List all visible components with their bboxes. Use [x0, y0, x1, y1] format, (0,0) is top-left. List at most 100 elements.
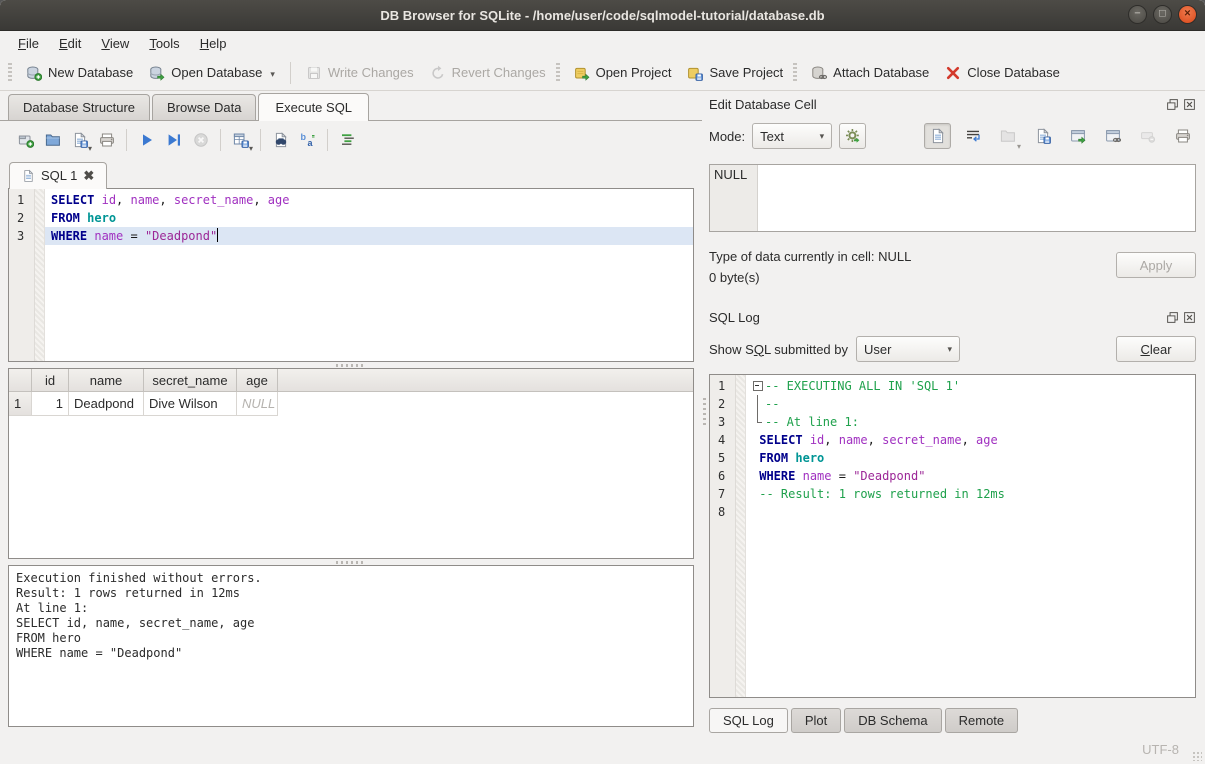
undock-icon[interactable]	[1166, 311, 1179, 324]
sql-log-dock-titlebar[interactable]: SQL Log	[709, 306, 1196, 328]
save-results-button[interactable]: ▾	[227, 127, 254, 153]
menu-tools[interactable]: Tools	[139, 33, 189, 54]
toolbar-separator	[327, 129, 328, 151]
revert-changes-button[interactable]: Revert Changes	[422, 60, 554, 86]
save-project-button[interactable]: Save Project	[679, 60, 791, 86]
column-header-age[interactable]: age	[237, 369, 278, 391]
minimize-button[interactable]: −	[1128, 5, 1147, 24]
cell-secret-name[interactable]: Dive Wilson	[144, 392, 237, 416]
tab-execute-sql[interactable]: Execute SQL	[258, 93, 369, 121]
toolbar-drag-handle[interactable]	[556, 63, 560, 83]
tab-sql-log[interactable]: SQL Log	[709, 708, 788, 733]
replace-button[interactable]: ba	[294, 127, 321, 153]
toolbar-drag-handle[interactable]	[793, 63, 797, 83]
resize-grip[interactable]	[1192, 751, 1202, 761]
toolbar-drag-handle[interactable]	[8, 63, 12, 83]
new-database-button[interactable]: New Database	[18, 60, 141, 86]
menu-view[interactable]: View	[91, 33, 139, 54]
menu-edit[interactable]: Edit	[49, 33, 91, 54]
save-cell-button[interactable]	[1029, 123, 1056, 149]
cell-value-editor[interactable]: NULL	[709, 164, 1196, 232]
filter-label: Show SQL submitted by	[709, 342, 848, 357]
import-cell-button[interactable]: ▾	[994, 123, 1021, 149]
close-database-button[interactable]: Close Database	[937, 60, 1068, 86]
cell-age[interactable]: NULL	[237, 392, 278, 416]
encoding-indicator[interactable]: UTF-8	[1142, 742, 1179, 757]
open-sql-file-button[interactable]	[39, 127, 66, 153]
cell-info-row: Type of data currently in cell: NULL 0 b…	[709, 246, 1196, 288]
sql-editor[interactable]: 123 SELECT id, name, secret_name, ageFRO…	[8, 188, 694, 362]
svg-text:b: b	[300, 132, 306, 142]
new-sql-tab-button[interactable]	[12, 127, 39, 153]
auto-apply-button[interactable]	[839, 123, 866, 149]
tab-db-schema[interactable]: DB Schema	[844, 708, 941, 733]
toolbar-separator	[126, 129, 127, 151]
cell-size-info: 0 byte(s)	[709, 267, 911, 288]
corner-header-cell[interactable]	[9, 369, 32, 391]
cell-id[interactable]: 1	[32, 392, 69, 416]
close-icon[interactable]	[1183, 311, 1196, 324]
edit-cell-dock-titlebar[interactable]: Edit Database Cell	[709, 93, 1196, 115]
link-cell-button[interactable]	[1099, 123, 1126, 149]
sql-1-tab[interactable]: SQL 1 ✖	[9, 162, 107, 189]
sql-code-area[interactable]: SELECT id, name, secret_name, ageFROM he…	[45, 189, 693, 361]
open-project-button[interactable]: Open Project	[566, 60, 680, 86]
toolbar-separator	[290, 62, 291, 84]
titlebar[interactable]: DB Browser for SQLite - /home/user/code/…	[0, 0, 1205, 31]
find-button[interactable]	[267, 127, 294, 153]
close-button[interactable]: ×	[1178, 5, 1197, 24]
print-cell-button[interactable]	[1169, 123, 1196, 149]
results-header-row: id name secret_name age	[9, 369, 693, 392]
menu-file[interactable]: File	[8, 33, 49, 54]
main-tab-bar: Database Structure Browse Data Execute S…	[0, 90, 702, 120]
clear-log-button[interactable]: Clear	[1116, 336, 1196, 362]
new-sql-tab-icon	[18, 132, 34, 148]
sql-log-view[interactable]: 12345678 -- EXECUTING ALL IN 'SQL 1'----…	[709, 374, 1196, 698]
log-code-area[interactable]: -- EXECUTING ALL IN 'SQL 1'---- At line …	[746, 375, 1195, 697]
menu-help[interactable]: Help	[190, 33, 237, 54]
right-pane: Edit Database Cell Mode: Text ▾	[707, 90, 1205, 735]
chevron-down-icon[interactable]: ▾	[270, 69, 275, 80]
set-null-button[interactable]	[1134, 123, 1161, 149]
close-database-icon	[945, 65, 961, 81]
text-mode-button[interactable]	[924, 123, 951, 149]
mode-select[interactable]: Text ▾	[752, 123, 832, 149]
submitted-by-select[interactable]: User ▾	[856, 336, 960, 362]
export-cell-button[interactable]	[1064, 123, 1091, 149]
cell-text-area[interactable]	[758, 165, 1195, 231]
stop-execution-button[interactable]	[187, 127, 214, 153]
tab-browse-data[interactable]: Browse Data	[152, 94, 256, 120]
attach-database-button[interactable]: Attach Database	[803, 60, 937, 86]
toolbar-separator	[260, 129, 261, 151]
save-sql-file-button[interactable]: ▾	[66, 127, 93, 153]
row-number-cell[interactable]: 1	[9, 392, 32, 416]
format-sql-button[interactable]	[334, 127, 361, 153]
tab-remote[interactable]: Remote	[945, 708, 1019, 733]
replace-icon: ba	[300, 132, 316, 148]
undock-icon[interactable]	[1166, 98, 1179, 111]
line-number-gutter: 123	[9, 189, 35, 361]
line-number-gutter: 12345678	[710, 375, 736, 697]
print-sql-button[interactable]	[93, 127, 120, 153]
column-header-secret-name[interactable]: secret_name	[144, 369, 237, 391]
mode-label: Mode:	[709, 129, 745, 144]
word-wrap-icon	[965, 128, 981, 144]
write-changes-button[interactable]: Write Changes	[298, 60, 422, 86]
edit-cell-title: Edit Database Cell	[709, 97, 817, 112]
cell-name[interactable]: Deadpond	[69, 392, 144, 416]
word-wrap-button[interactable]	[959, 123, 986, 149]
tab-plot[interactable]: Plot	[791, 708, 841, 733]
open-database-button[interactable]: Open Database ▾	[141, 60, 283, 86]
execute-line-button[interactable]	[160, 127, 187, 153]
execution-message[interactable]: Execution finished without errors. Resul…	[8, 565, 694, 727]
column-header-name[interactable]: name	[69, 369, 144, 391]
fold-margin	[736, 375, 746, 697]
close-icon[interactable]	[1183, 98, 1196, 111]
execute-all-button[interactable]	[133, 127, 160, 153]
close-tab-icon[interactable]: ✖	[83, 169, 94, 182]
open-database-icon	[149, 65, 165, 81]
apply-button[interactable]: Apply	[1116, 252, 1196, 278]
maximize-button[interactable]: □	[1153, 5, 1172, 24]
column-header-id[interactable]: id	[32, 369, 69, 391]
tab-database-structure[interactable]: Database Structure	[8, 94, 150, 120]
